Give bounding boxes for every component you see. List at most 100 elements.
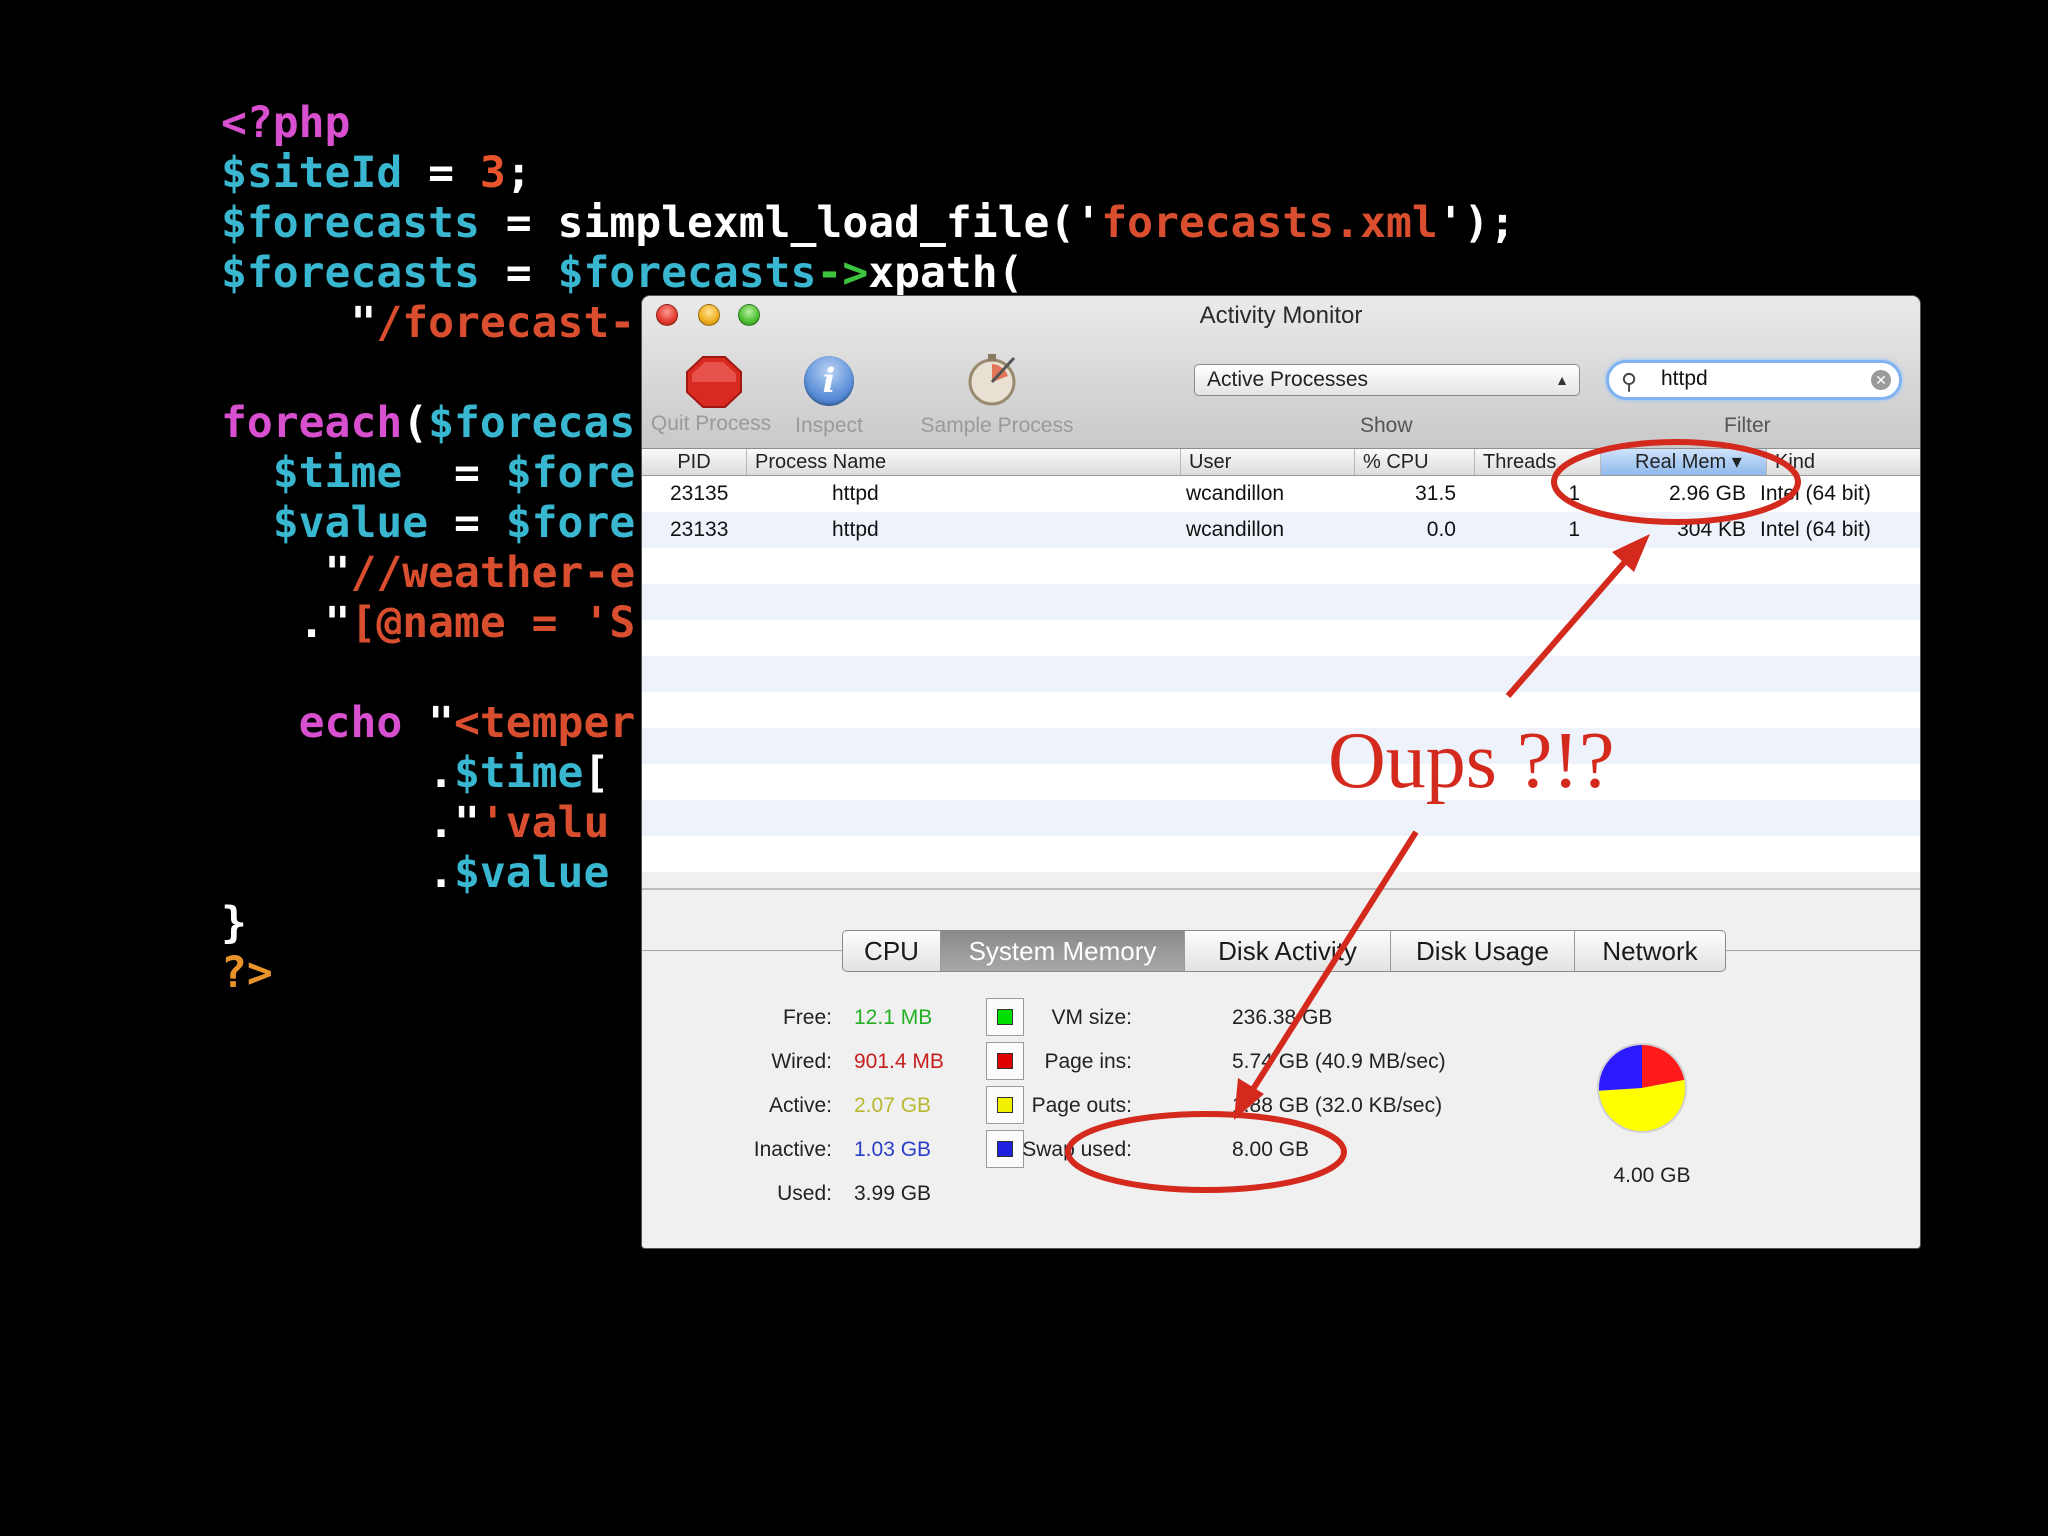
table-cell: httpd bbox=[832, 518, 879, 541]
code-token: $value bbox=[454, 848, 610, 898]
tab-network[interactable]: Network bbox=[1575, 931, 1725, 971]
code-token: $forecas bbox=[428, 398, 636, 448]
up-down-arrows-icon: ▲ bbox=[1555, 372, 1569, 388]
row-stripe bbox=[642, 692, 1920, 728]
tab-disk-usage[interactable]: Disk Usage bbox=[1391, 931, 1575, 971]
column-header[interactable]: Threads bbox=[1474, 449, 1600, 475]
code-token: ." bbox=[221, 798, 480, 848]
code-token: /forecast- bbox=[376, 298, 636, 348]
row-stripe bbox=[642, 728, 1920, 764]
code-token: echo bbox=[221, 698, 403, 748]
code-line: $forecasts = $forecasts->xpath( bbox=[221, 248, 1515, 298]
tab-cpu[interactable]: CPU bbox=[843, 931, 941, 971]
table-cell: 2.96 GB bbox=[1668, 482, 1746, 505]
code-token: = bbox=[402, 448, 506, 498]
table-row[interactable]: 23133 httpd wcandillon 0.0 1 304 KB Intel (64 … bbox=[642, 512, 1920, 548]
row-stripe bbox=[642, 548, 1920, 584]
row-stripe bbox=[642, 656, 1920, 692]
info-icon: i bbox=[804, 356, 854, 406]
vm-stat-label: Page ins: bbox=[1044, 1050, 1132, 1073]
code-token: $siteId bbox=[221, 148, 403, 198]
memory-pie-chart bbox=[1597, 1043, 1687, 1133]
row-stripe bbox=[642, 764, 1920, 800]
code-line: $forecasts = simplexml_load_file('foreca… bbox=[221, 198, 1515, 248]
show-processes-dropdown[interactable]: Active Processes ▲ bbox=[1194, 364, 1580, 396]
table-cell: wcandillon bbox=[1186, 518, 1285, 541]
code-token: [@name = 'S bbox=[350, 598, 636, 648]
code-token: $time bbox=[454, 748, 584, 798]
table-cell: 1 bbox=[1568, 482, 1580, 505]
table-row[interactable]: 23135 httpd wcandillon 31.5 1 2.96 GB Intel (6… bbox=[642, 476, 1920, 512]
code-token: ( bbox=[402, 398, 429, 448]
code-token: . bbox=[221, 848, 454, 898]
code-token: $fore bbox=[505, 448, 636, 498]
show-label: Show bbox=[1360, 414, 1413, 437]
search-icon: ⚲ bbox=[1621, 369, 1638, 394]
filter-label: Filter bbox=[1724, 414, 1771, 437]
code-token: " bbox=[402, 698, 454, 748]
vm-stat-label: Swap used: bbox=[1022, 1138, 1132, 1161]
split-divider[interactable] bbox=[642, 888, 1920, 890]
code-token: foreach bbox=[221, 398, 403, 448]
code-token: ; bbox=[505, 148, 532, 198]
column-header[interactable]: Real Mem ▾ bbox=[1600, 449, 1766, 475]
column-header[interactable]: Kind bbox=[1766, 449, 1920, 475]
code-token: 3 bbox=[479, 148, 506, 198]
table-cell: Intel (64 bit) bbox=[1760, 518, 1871, 541]
sample-process-button[interactable]: Sample Process bbox=[892, 348, 1102, 438]
row-stripe bbox=[642, 620, 1920, 656]
vm-stat-label: Page outs: bbox=[1031, 1094, 1132, 1117]
table-cell: 31.5 bbox=[1415, 482, 1456, 505]
code-token: 'valu bbox=[479, 798, 610, 848]
tab-disk-activity[interactable]: Disk Activity bbox=[1185, 931, 1391, 971]
memory-stat-value: 1.03 GB bbox=[854, 1138, 932, 1161]
code-token: ." bbox=[221, 598, 351, 648]
oups-annotation: Oups ?!? bbox=[1328, 717, 1615, 805]
column-header[interactable]: % CPU bbox=[1354, 449, 1474, 475]
table-cell: Intel (64 bit) bbox=[1760, 482, 1871, 505]
code-token: " bbox=[221, 548, 351, 598]
clear-search-icon[interactable]: ✕ bbox=[1871, 370, 1891, 390]
table-cell: httpd bbox=[832, 482, 879, 505]
vm-stat-value: 5.74 GB (40.9 MB/sec) bbox=[1232, 1050, 1446, 1073]
memory-stat-label: Wired: bbox=[771, 1050, 832, 1073]
memory-stat-value: 2.07 GB bbox=[854, 1094, 932, 1117]
table-cell: 23135 bbox=[670, 482, 729, 505]
code-token: = bbox=[479, 248, 558, 298]
code-token: $value bbox=[221, 498, 429, 548]
code-token: ?> bbox=[221, 948, 273, 998]
process-table: 23135 httpd wcandillon 31.5 1 2.96 GB Intel (6… bbox=[642, 476, 1920, 884]
total-memory-label: 4.00 GB bbox=[1613, 1164, 1691, 1187]
column-header[interactable]: User bbox=[1180, 449, 1354, 475]
code-token: <?php bbox=[221, 98, 351, 148]
tab-system-memory[interactable]: System Memory bbox=[941, 931, 1185, 971]
vm-stat-value: 236.38 GB bbox=[1232, 1006, 1333, 1029]
code-token: $forecasts bbox=[221, 198, 480, 248]
vm-stat-label: VM size: bbox=[1051, 1006, 1132, 1029]
process-table-header: PID Process Name User% CPU Threads Real Mem … bbox=[642, 449, 1920, 476]
memory-stat-value: 12.1 MB bbox=[854, 1006, 933, 1029]
toolbar: Activity Monitor Quit Process i Inspect … bbox=[642, 296, 1920, 449]
memory-stat-value: 901.4 MB bbox=[854, 1050, 944, 1073]
code-token: $fore bbox=[505, 498, 636, 548]
code-token: = simplexml_load_file(' bbox=[479, 198, 1102, 248]
stop-sign-icon bbox=[686, 356, 742, 408]
column-header[interactable]: PID bbox=[642, 449, 746, 475]
code-token: $forecasts bbox=[221, 248, 480, 298]
code-token: = bbox=[428, 498, 506, 548]
code-token: $forecasts bbox=[557, 248, 817, 298]
window-title: Activity Monitor bbox=[1199, 302, 1363, 329]
code-token: -> bbox=[816, 248, 869, 298]
memory-stat-value: 3.99 GB bbox=[854, 1182, 932, 1205]
code-token: <temper bbox=[454, 698, 636, 748]
memory-stat-label: Free: bbox=[782, 1006, 832, 1029]
memory-stat-label: Inactive: bbox=[753, 1138, 832, 1161]
filter-search-field[interactable]: ⚲ httpd ✕ bbox=[1606, 360, 1902, 400]
code-token: . bbox=[221, 748, 454, 798]
code-token: " bbox=[221, 298, 377, 348]
code-token: = bbox=[402, 148, 480, 198]
row-stripe bbox=[642, 584, 1920, 620]
code-token: } bbox=[221, 898, 247, 948]
column-header[interactable]: Process Name bbox=[746, 449, 1180, 475]
row-stripe bbox=[642, 836, 1920, 872]
